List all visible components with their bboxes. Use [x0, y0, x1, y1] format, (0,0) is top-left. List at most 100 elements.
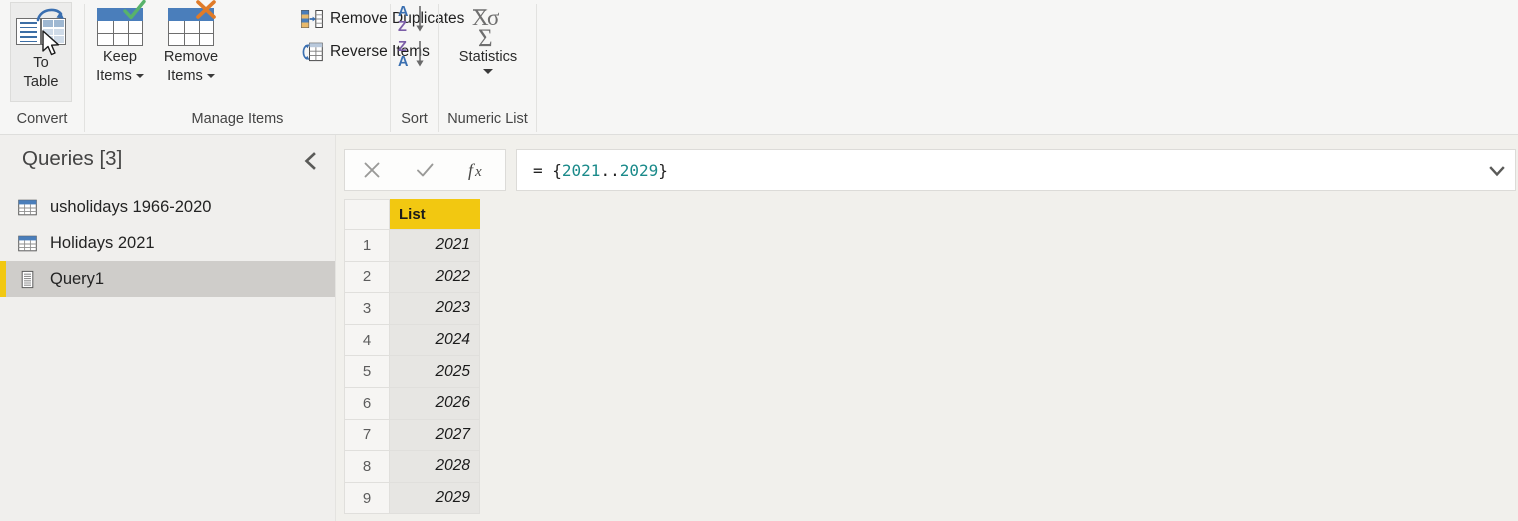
preview-table-body: 1 2021 2 2022 3 2023 4 2024 5 2025 6 202…: [344, 229, 480, 515]
sort-descending-button[interactable]: Z A: [396, 37, 430, 71]
chevron-down-icon: [1489, 166, 1505, 177]
check-icon: [123, 0, 146, 20]
to-table-label-line2: Table: [23, 74, 59, 90]
statistics-icon: X σ Σ: [457, 2, 519, 52]
advanced-editor-button[interactable]: f x: [452, 150, 505, 190]
row-index: 5: [344, 355, 390, 388]
chevron-down-icon: [206, 74, 215, 79]
row-index: 2: [344, 261, 390, 294]
cell-value[interactable]: 2026: [389, 387, 480, 420]
queries-pane-title: Queries [3]: [22, 147, 123, 170]
accept-formula-button[interactable]: [398, 150, 451, 190]
row-index: 9: [344, 482, 390, 515]
preview-table: List 1 2021 2 2022 3 2023 4 2024 5 2025 …: [344, 199, 480, 515]
remove-items-label-line1: Remove: [163, 49, 219, 65]
sort-ascending-button[interactable]: A Z: [396, 2, 430, 36]
expand-formula-bar-button[interactable]: [1487, 150, 1507, 192]
convert-arrow-icon: [36, 8, 64, 22]
svg-text:Σ: Σ: [478, 25, 493, 48]
cell-value[interactable]: 2028: [389, 450, 480, 483]
formula-brace-close: }: [658, 160, 668, 180]
cell-value[interactable]: 2027: [389, 419, 480, 452]
table-row[interactable]: 1 2021: [344, 229, 480, 262]
table-row[interactable]: 3 2023: [344, 292, 480, 325]
table-row[interactable]: 7 2027: [344, 419, 480, 452]
chevron-down-icon: [135, 74, 144, 79]
close-icon: [364, 162, 380, 178]
cell-value[interactable]: 2023: [389, 292, 480, 325]
chevron-left-icon: [304, 152, 316, 170]
row-index: 1: [344, 229, 390, 262]
preview-pane: f x = {2021..2029} List 1 2021 2 2022 3 …: [336, 135, 1518, 521]
formula-bar-buttons: f x: [344, 149, 506, 191]
to-table-button[interactable]: To Table: [10, 2, 72, 102]
table-row[interactable]: 9 2029: [344, 482, 480, 515]
formula-prefix: =: [533, 160, 553, 180]
keep-items-label-line1: Keep: [102, 49, 138, 65]
cell-value[interactable]: 2029: [389, 482, 480, 515]
cell-value[interactable]: 2024: [389, 324, 480, 357]
table-icon: [18, 198, 37, 217]
query-list-item-label: usholidays 1966-2020: [50, 197, 212, 216]
group-label-sort: Sort: [401, 111, 428, 127]
keep-items-icon: [93, 0, 147, 48]
query-list-item-holidays-2021[interactable]: Holidays 2021: [0, 225, 335, 261]
table-row[interactable]: 6 2026: [344, 387, 480, 420]
row-index: 3: [344, 292, 390, 325]
sort-ascending-icon: A Z: [398, 4, 424, 35]
table-row[interactable]: 2 2022: [344, 261, 480, 294]
formula-brace-open: {: [552, 160, 562, 180]
formula-text: = {2021..2029}: [533, 161, 668, 180]
fx-icon: f x: [468, 160, 482, 180]
formula-input[interactable]: = {2021..2029}: [516, 149, 1516, 191]
to-table-icon: [14, 8, 68, 56]
cross-icon: [196, 0, 216, 19]
list-icon: [18, 270, 37, 289]
svg-text:A: A: [398, 4, 409, 20]
queries-pane: Queries [3] usholidays 1966-2020 Holiday…: [0, 135, 335, 521]
svg-text:Z: Z: [398, 19, 407, 35]
svg-text:Z: Z: [398, 39, 407, 55]
table-row[interactable]: 5 2025: [344, 355, 480, 388]
column-header-list[interactable]: List: [389, 199, 480, 230]
cell-value[interactable]: 2025: [389, 355, 480, 388]
query-list-item-query1[interactable]: Query1: [0, 261, 335, 297]
ribbon-group-manage-items: Keep Items Remove Items Remove Duplicate…: [85, 0, 464, 106]
mouse-cursor-icon: [42, 30, 60, 56]
sort-descending-icon: Z A: [398, 39, 424, 70]
ribbon-transform-list: To Table Keep Items Remove Items Remove …: [0, 0, 1518, 135]
keep-items-button[interactable]: Keep Items: [89, 0, 151, 86]
formula-range-dots: ..: [600, 160, 620, 180]
table-icon: [18, 234, 37, 253]
row-number-header: [344, 199, 390, 230]
ribbon-group-labels: Convert Manage Items Sort Numeric List: [0, 106, 1518, 134]
row-index: 6: [344, 387, 390, 420]
remove-items-icon: [164, 0, 218, 48]
group-label-numeric-list: Numeric List: [447, 111, 528, 127]
row-index: 7: [344, 419, 390, 452]
group-label-manage-items: Manage Items: [191, 111, 284, 127]
ribbon-group-sort: A Z Z A: [391, 0, 438, 106]
group-label-convert: Convert: [16, 111, 68, 127]
svg-text:x: x: [474, 164, 482, 180]
statistics-label: Statistics: [458, 49, 518, 65]
query-list-item-usholidays[interactable]: usholidays 1966-2020: [0, 189, 335, 225]
list-preview-grid: List 1 2021 2 2022 3 2023 4 2024 5 2025 …: [344, 199, 480, 515]
table-header-row: List: [344, 199, 480, 230]
ribbon-group-convert: To Table: [0, 0, 84, 106]
cell-value[interactable]: 2021: [389, 229, 480, 262]
statistics-button[interactable]: X σ Σ Statistics: [445, 2, 531, 74]
keep-items-label-line2: Items: [96, 67, 144, 86]
formula-range-end: 2029: [619, 160, 659, 180]
cell-value[interactable]: 2022: [389, 261, 480, 294]
check-icon: [417, 163, 434, 177]
remove-items-label-line2: Items: [167, 67, 215, 86]
collapse-queries-pane-button[interactable]: [297, 147, 325, 175]
cancel-formula-button[interactable]: [345, 150, 398, 190]
power-query-editor: To Table Keep Items Remove Items Remove …: [0, 0, 1518, 521]
remove-items-button[interactable]: Remove Items: [154, 0, 228, 86]
table-row[interactable]: 4 2024: [344, 324, 480, 357]
table-row[interactable]: 8 2028: [344, 450, 480, 483]
row-index: 8: [344, 450, 390, 483]
formula-range-start: 2021: [561, 160, 601, 180]
